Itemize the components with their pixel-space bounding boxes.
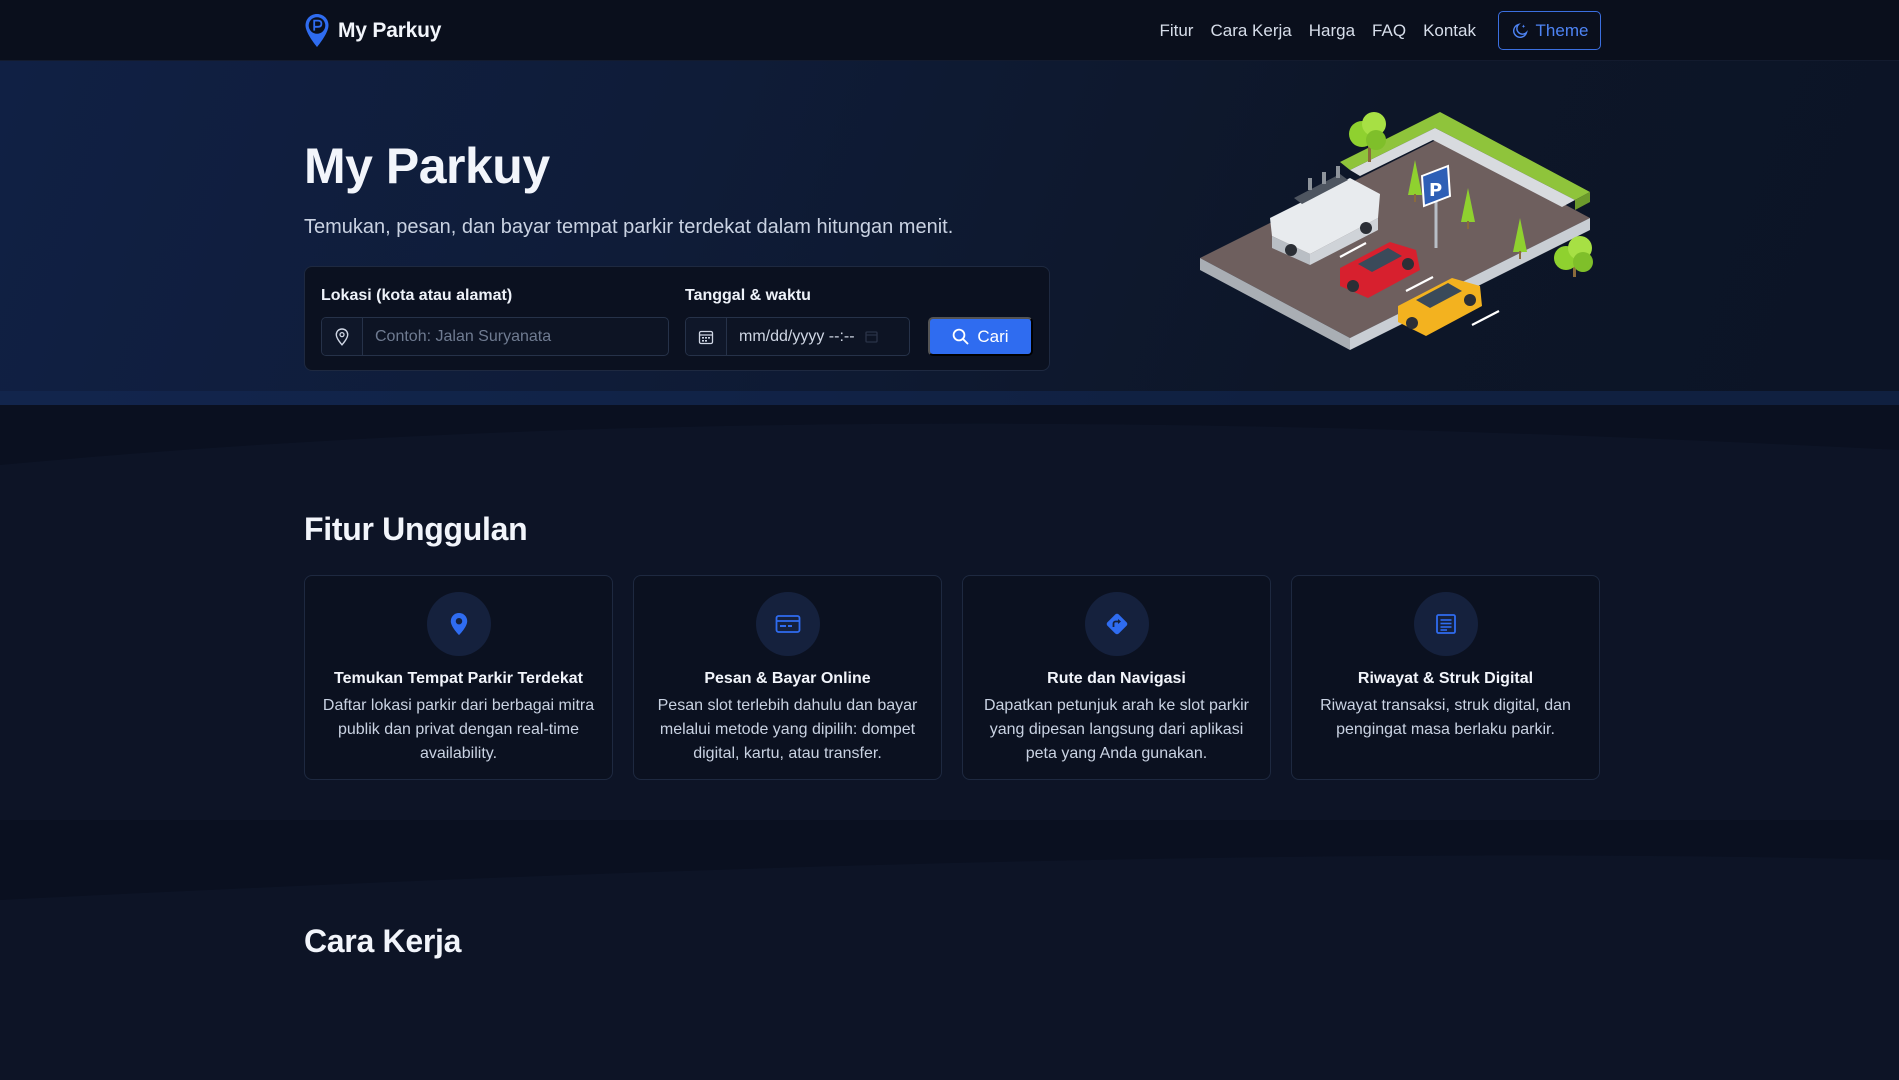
map-pin-icon xyxy=(426,592,491,656)
search-button[interactable]: Cari xyxy=(928,317,1033,356)
location-pin-icon xyxy=(322,318,363,355)
how-it-works-title: Cara Kerja xyxy=(304,923,462,959)
direction-icon xyxy=(1084,592,1149,656)
features-title: Fitur Unggulan xyxy=(304,511,528,547)
datetime-label: Tanggal & waktu xyxy=(685,287,811,304)
nav-links: Fitur Cara Kerja Harga FAQ Kontak xyxy=(1159,0,1476,61)
brand-link[interactable]: My Parkuy xyxy=(304,12,441,50)
datetime-value: mm/dd/yyyy --:-- xyxy=(739,327,855,345)
moon-stars-icon xyxy=(1512,22,1528,38)
hero-bottom-wave xyxy=(0,405,1899,465)
location-input-group[interactable]: Contoh: Jalan Suryanata xyxy=(321,317,669,356)
parking-pin-icon xyxy=(305,14,329,47)
nav-link-faq[interactable]: FAQ xyxy=(1372,21,1406,41)
location-label: Lokasi (kota atau alamat) xyxy=(321,287,513,304)
search-icon xyxy=(953,328,969,345)
datetime-input[interactable]: mm/dd/yyyy --:-- xyxy=(727,318,909,355)
feature-description: Pesan slot terlebih dahulu dan bayar mel… xyxy=(657,697,918,762)
feature-title: Rute dan Navigasi xyxy=(1047,670,1186,687)
feature-description: Daftar lokasi parkir dari berbagai mitra… xyxy=(322,697,595,762)
navbar: My Parkuy Fitur Cara Kerja Harga FAQ Kon… xyxy=(0,0,1899,61)
feature-title: Pesan & Bayar Online xyxy=(704,670,871,687)
feature-description: Riwayat transaksi, struk digital, dan pe… xyxy=(1320,697,1571,738)
brand-name: My Parkuy xyxy=(338,19,442,42)
datetime-input-group[interactable]: mm/dd/yyyy --:-- xyxy=(685,317,910,356)
feature-card: Temukan Tempat Parkir Terdekat Daftar lo… xyxy=(304,575,613,780)
feature-card: Rute dan Navigasi Dapatkan petunjuk arah… xyxy=(962,575,1271,780)
hero-title: My Parkuy xyxy=(304,138,550,194)
feature-card: Riwayat & Struk Digital Riwayat transaks… xyxy=(1291,575,1600,780)
nav-link-harga[interactable]: Harga xyxy=(1309,21,1355,41)
picker-calendar-icon[interactable] xyxy=(864,330,878,343)
feature-card: Pesan & Bayar Online Pesan slot terlebih… xyxy=(633,575,942,780)
parking-lot-illustration: P xyxy=(1200,112,1593,350)
theme-toggle-button[interactable]: Theme xyxy=(1498,11,1601,50)
nav-link-cara-kerja[interactable]: Cara Kerja xyxy=(1210,21,1291,41)
hero-subtitle: Temukan, pesan, dan bayar tempat parkir … xyxy=(304,216,954,238)
theme-label: Theme xyxy=(1535,20,1589,40)
section-wave-decoration xyxy=(0,820,1899,900)
card-icon xyxy=(755,592,820,656)
nav-link-kontak[interactable]: Kontak xyxy=(1423,21,1476,41)
feature-title: Riwayat & Struk Digital xyxy=(1357,670,1534,687)
svg-text:P: P xyxy=(1429,180,1442,201)
feature-description: Dapatkan petunjuk arah ke slot parkir ya… xyxy=(983,697,1250,762)
feature-title: Temukan Tempat Parkir Terdekat xyxy=(334,670,583,687)
nav-link-fitur[interactable]: Fitur xyxy=(1159,21,1193,41)
calendar-icon xyxy=(686,318,727,355)
search-button-label: Cari xyxy=(977,326,1009,346)
search-form: Lokasi (kota atau alamat) Contoh: Jalan … xyxy=(304,266,1050,371)
receipt-icon xyxy=(1413,592,1478,656)
location-input[interactable]: Contoh: Jalan Suryanata xyxy=(363,318,668,355)
